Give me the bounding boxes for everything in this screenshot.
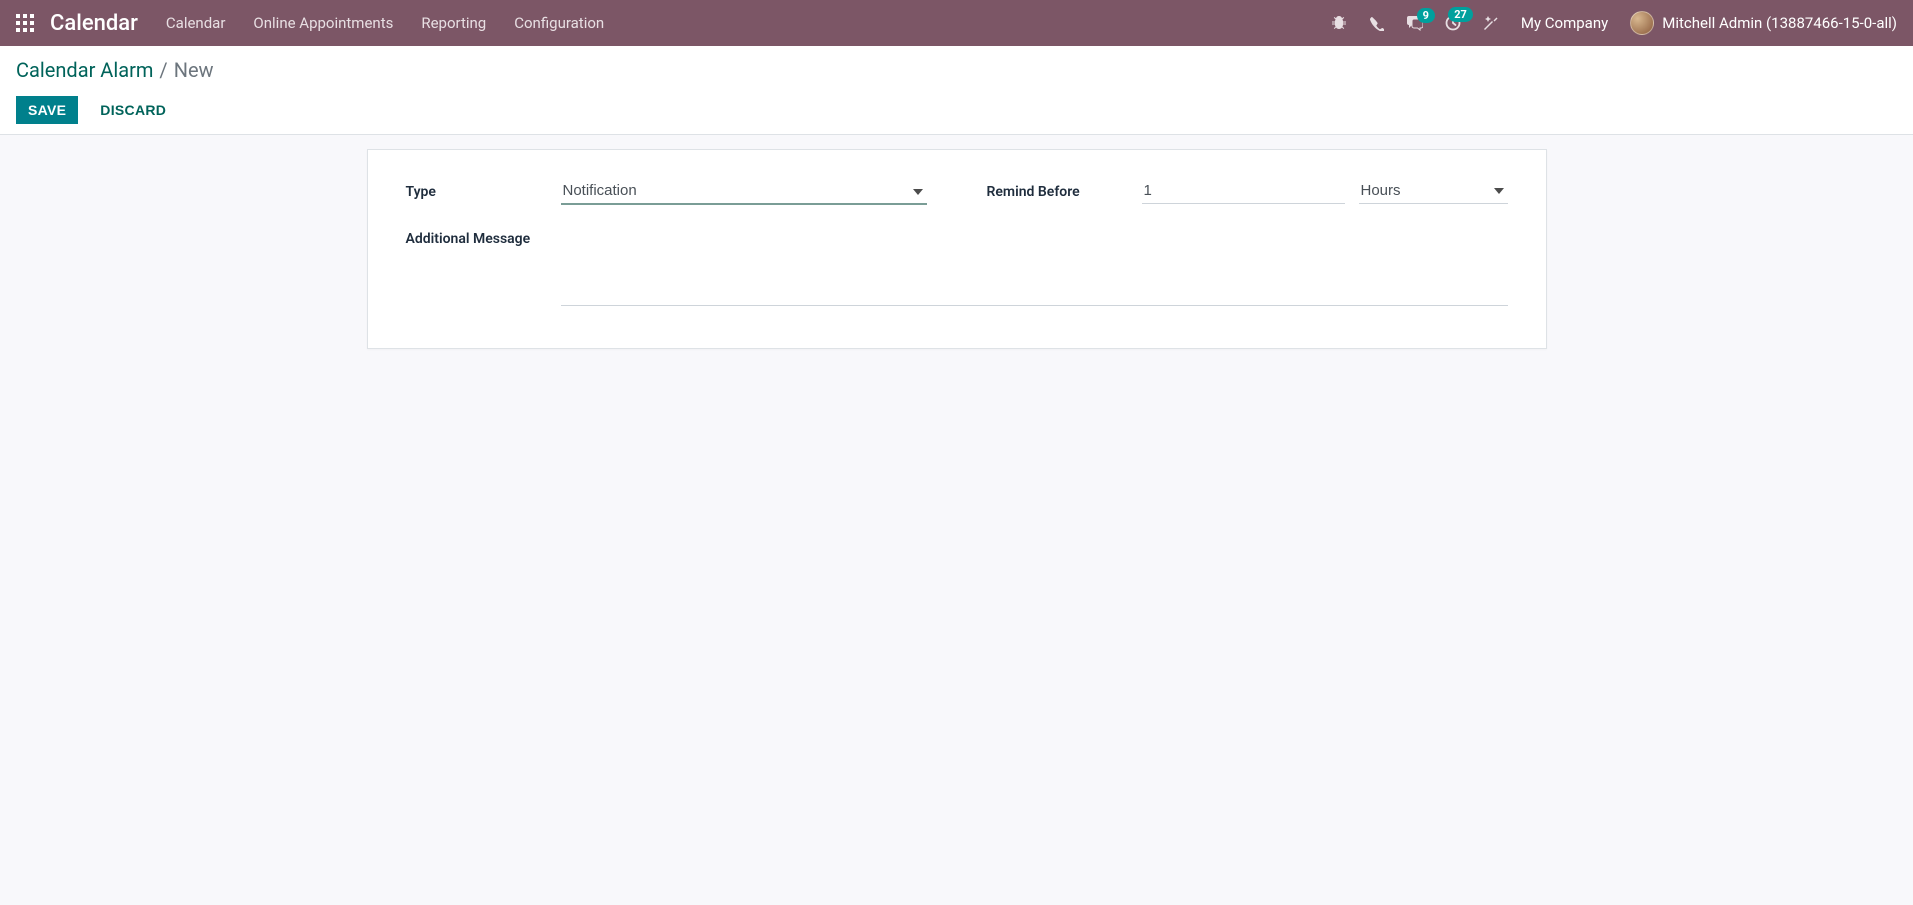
breadcrumb-current: New (174, 58, 214, 82)
chat-icon[interactable]: 9 (1406, 16, 1423, 31)
breadcrumb-parent[interactable]: Calendar Alarm (16, 58, 153, 82)
remind-value-input[interactable] (1142, 178, 1345, 204)
phone-icon[interactable] (1369, 16, 1384, 31)
activity-icon[interactable]: 27 (1445, 15, 1461, 31)
menu-reporting[interactable]: Reporting (421, 14, 486, 32)
avatar (1630, 11, 1654, 35)
form-container: Type Remind Before (0, 135, 1913, 389)
breadcrumb: Calendar Alarm / New (16, 58, 1897, 82)
menu-configuration[interactable]: Configuration (514, 14, 604, 32)
app-brand[interactable]: Calendar (50, 11, 138, 36)
main-menu: Calendar Online Appointments Reporting C… (166, 14, 1331, 32)
activity-badge: 27 (1448, 7, 1473, 22)
discard-button[interactable]: DISCARD (92, 96, 174, 124)
type-label: Type (406, 178, 561, 200)
company-selector[interactable]: My Company (1521, 14, 1608, 32)
tools-icon[interactable] (1483, 15, 1499, 31)
additional-message-label: Additional Message (406, 225, 561, 247)
type-input[interactable] (561, 178, 927, 205)
form-sheet: Type Remind Before (367, 149, 1547, 349)
chat-badge: 9 (1417, 8, 1435, 23)
navbar-right: 9 27 My Company Mitchell Admin (13887466… (1331, 11, 1897, 35)
breadcrumb-separator: / (159, 58, 167, 82)
type-select[interactable] (561, 178, 927, 205)
remind-unit-select[interactable] (1359, 178, 1508, 204)
remind-unit-input[interactable] (1359, 178, 1508, 204)
user-menu[interactable]: Mitchell Admin (13887466-15-0-all) (1630, 11, 1897, 35)
bug-icon[interactable] (1331, 15, 1347, 31)
user-name: Mitchell Admin (13887466-15-0-all) (1662, 14, 1897, 32)
control-panel: Calendar Alarm / New SAVE DISCARD (0, 46, 1913, 135)
additional-message-input[interactable] (561, 225, 1508, 306)
top-navbar: Calendar Calendar Online Appointments Re… (0, 0, 1913, 46)
menu-online-appointments[interactable]: Online Appointments (253, 14, 393, 32)
menu-calendar[interactable]: Calendar (166, 14, 226, 32)
control-buttons: SAVE DISCARD (16, 96, 1897, 124)
apps-icon[interactable] (16, 14, 34, 32)
remind-before-label: Remind Before (987, 178, 1142, 200)
save-button[interactable]: SAVE (16, 96, 78, 124)
